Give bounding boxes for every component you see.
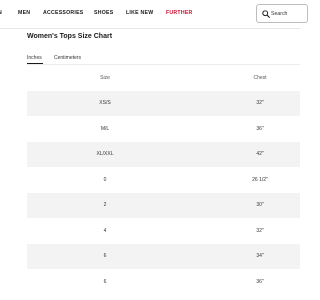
chest-cell: 32" [256,100,264,107]
top-navigation: N MEN ACCESSORIES SHOES LIKE NEW FURTHER [0,0,308,28]
size-cell: 6 [103,278,107,285]
page-title: Women's Tops Size Chart [27,33,113,40]
table-row: M/L 36" [27,116,300,142]
chest-cell: 32" [256,227,264,234]
size-cell: XS/S [99,100,111,107]
table-row: 4 32" [27,218,300,244]
column-header-size: Size [100,74,110,81]
table-row: 2 30" [27,192,300,218]
nav-item-like-new[interactable]: LIKE NEW [126,10,153,16]
size-cell: 4 [103,227,107,234]
header-divider [0,28,300,29]
size-cell: XL/XXL [96,151,114,158]
chest-cell: 36" [256,278,264,285]
chest-cell: 34" [256,253,264,260]
nav-item-further[interactable]: FURTHER [166,10,193,16]
search-icon[interactable] [262,10,270,18]
table-row: XS/S 32" [27,90,300,116]
nav-item-accessories[interactable]: ACCESSORIES [43,10,84,16]
table-row: 6 36" [27,269,300,295]
chest-cell: 36" [256,125,264,132]
size-chart-table: Size Chest XS/S 32" M/L 36" XL/XXL 42" 0… [27,65,300,295]
nav-item-shoes[interactable]: SHOES [94,10,113,16]
table-row: 6 34" [27,243,300,269]
search-box[interactable] [256,4,308,23]
tab-inches[interactable]: Inches [27,55,42,61]
chest-cell: 26 1/2" [252,176,268,183]
table-row: XL/XXL 42" [27,141,300,167]
table-header-row: Size Chest [27,65,300,91]
column-header-chest: Chest [253,74,267,81]
nav-item-women[interactable]: N [0,10,2,16]
active-tab-indicator [27,63,43,64]
size-cell: 2 [103,202,107,209]
size-cell: 6 [103,253,107,260]
nav-item-men[interactable]: MEN [18,10,30,16]
search-input[interactable] [271,8,303,19]
tab-centimeters[interactable]: Centimeters [54,55,81,61]
chest-cell: 42" [256,151,264,158]
size-cell: 0 [103,176,107,183]
size-cell: M/L [100,125,110,132]
chest-cell: 30" [256,202,264,209]
table-row: 0 26 1/2" [27,167,300,193]
